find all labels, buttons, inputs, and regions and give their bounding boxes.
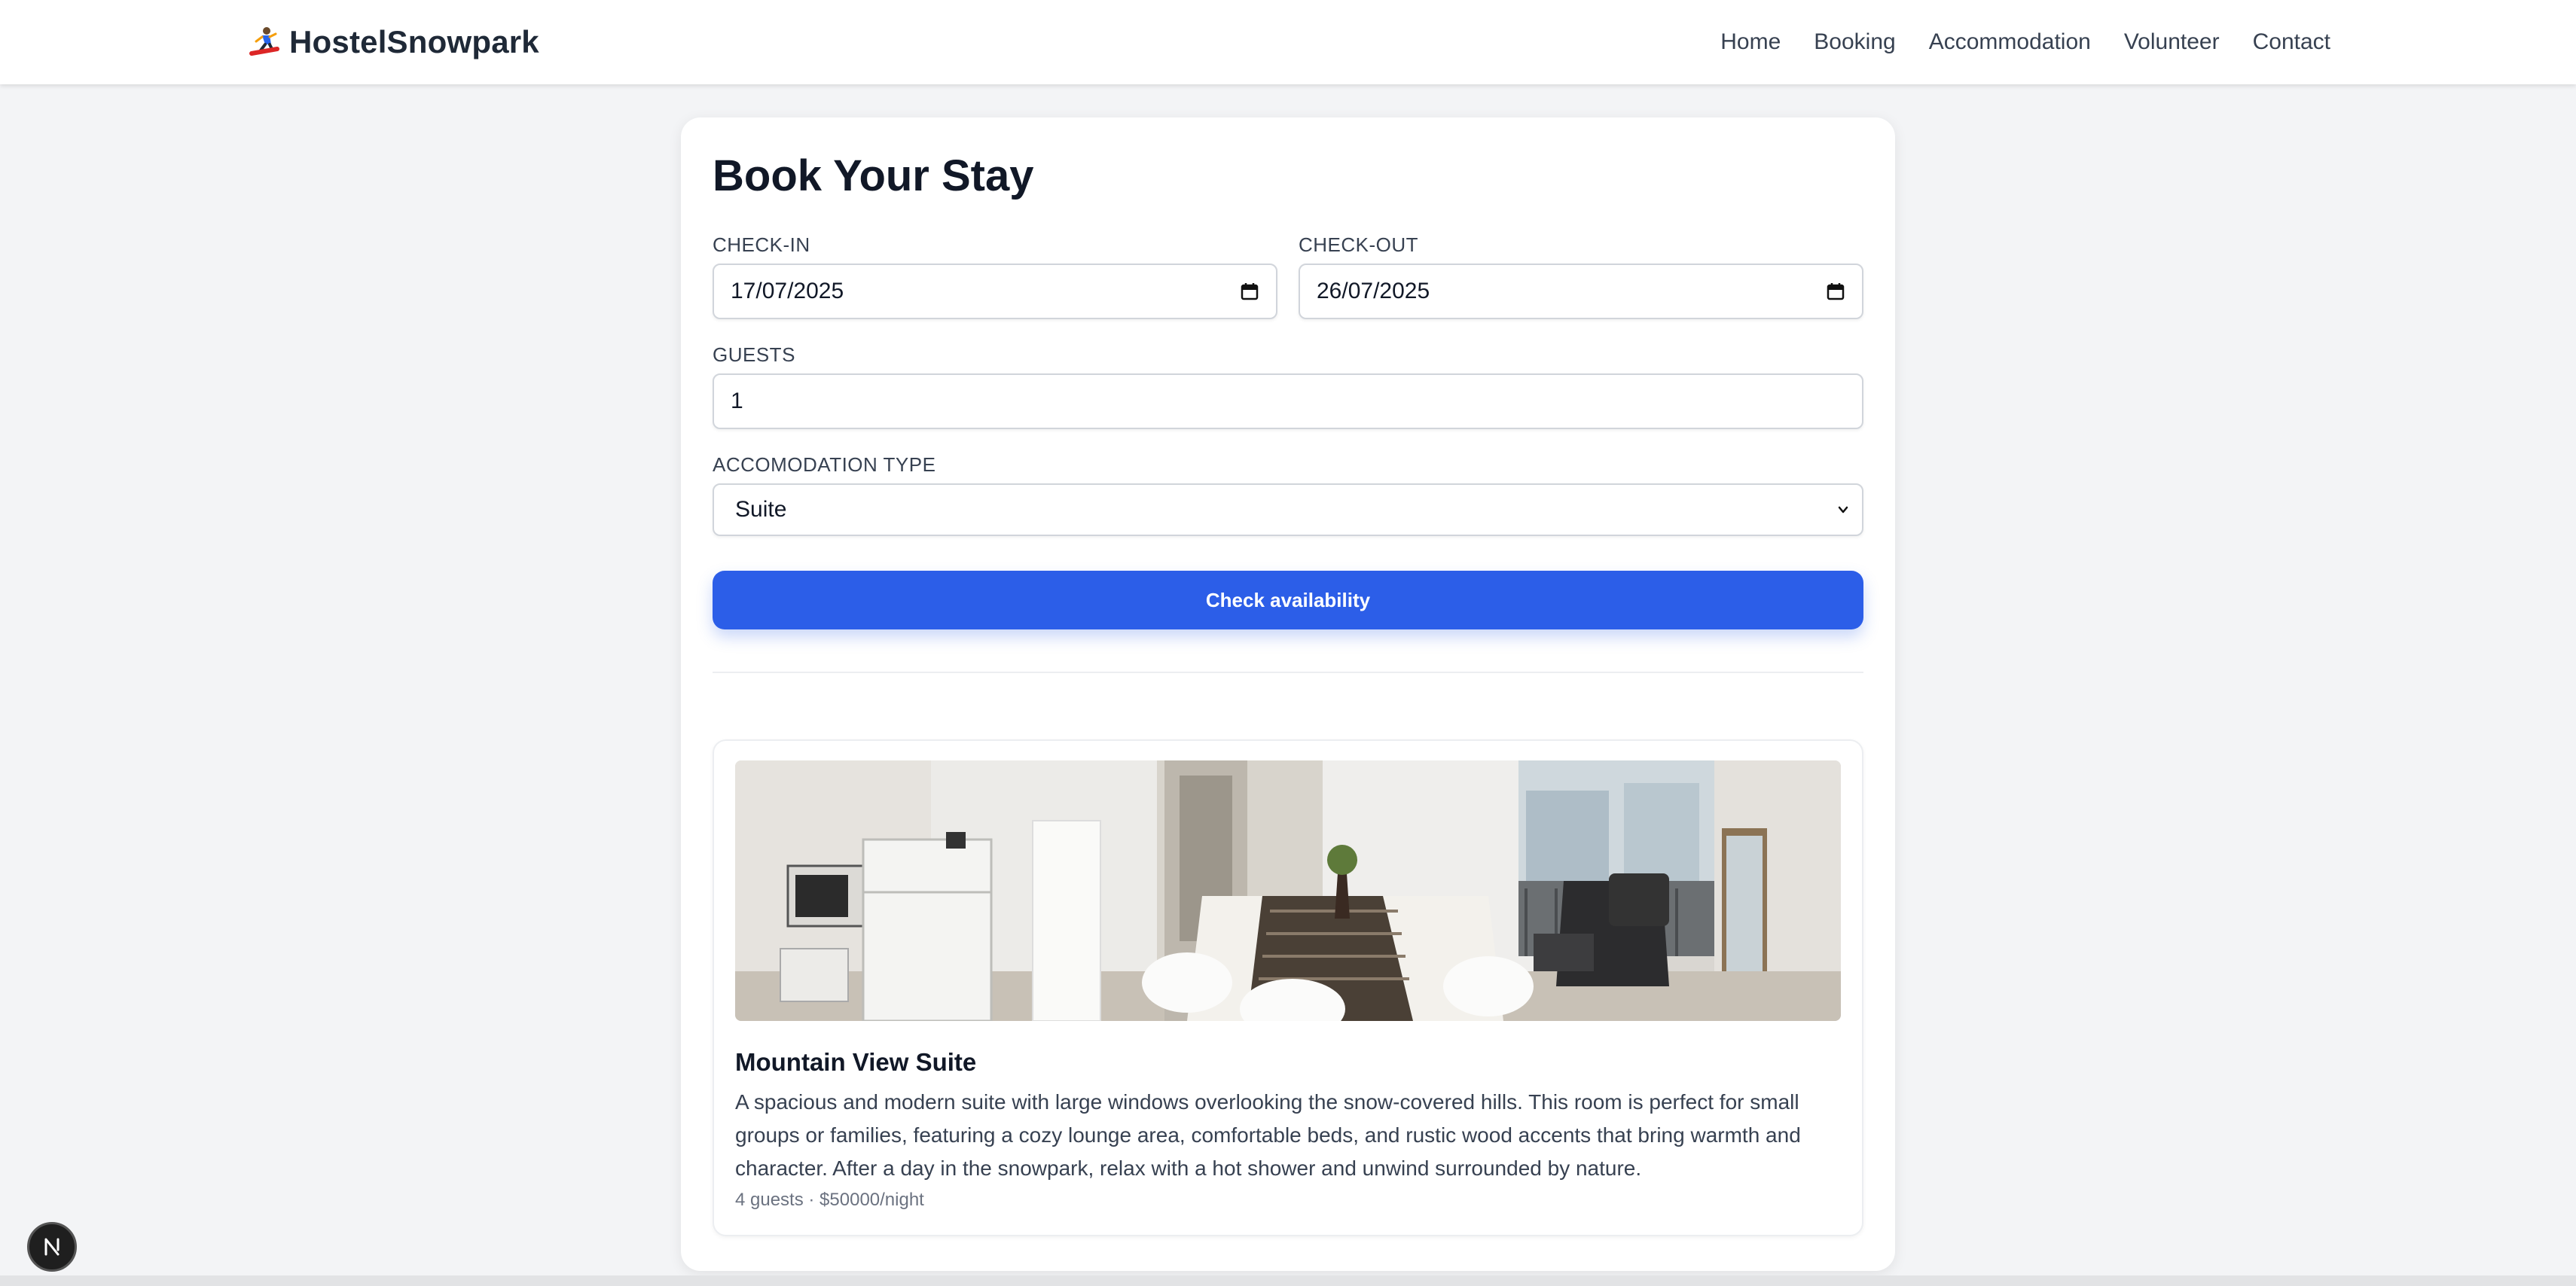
room-description: A spacious and modern suite with large w… (735, 1090, 1801, 1180)
booking-card: Book Your Stay CHECK-IN 17/07/2025 CHECK… (681, 117, 1895, 1271)
page-title: Book Your Stay (713, 151, 1034, 200)
room-photo-illustration (735, 760, 1841, 1021)
nav-links: Home Booking Accommodation Volunteer Con… (1720, 0, 2330, 84)
guests-label: GUESTS (713, 343, 795, 366)
checkout-label: CHECK-OUT (1299, 233, 1419, 256)
top-navbar: HostelSnowpark Home Booking Accommodatio… (0, 0, 2576, 84)
checkout-date-input[interactable]: 26/07/2025 (1299, 264, 1863, 319)
room-photo (735, 760, 1841, 1021)
nav-link-booking[interactable]: Booking (1814, 29, 1895, 55)
nav-link-contact[interactable]: Contact (2253, 29, 2330, 55)
nav-link-volunteer[interactable]: Volunteer (2124, 29, 2220, 55)
guests-value: 1 (731, 389, 743, 413)
brand-logo[interactable]: HostelSnowpark (247, 0, 539, 84)
checkin-value: 17/07/2025 (731, 279, 844, 303)
check-availability-button[interactable]: Check availability (713, 571, 1863, 629)
divider (713, 672, 1863, 673)
nextjs-logo-icon (44, 1238, 60, 1256)
accommodation-type-value: Suite (735, 497, 787, 522)
accommodation-type-select[interactable]: Suite (713, 483, 1863, 536)
brand-name: HostelSnowpark (289, 24, 539, 59)
accommodation-type-label: ACCOMODATION TYPE (713, 453, 936, 476)
room-result-card[interactable]: Mountain View Suite A spacious and moder… (713, 739, 1863, 1236)
calendar-icon[interactable] (1826, 282, 1845, 301)
checkin-date-input[interactable]: 17/07/2025 (713, 264, 1277, 319)
nav-link-home[interactable]: Home (1720, 29, 1781, 55)
nav-link-accommodation[interactable]: Accommodation (1929, 29, 2091, 55)
guests-input[interactable]: 1 (713, 373, 1863, 429)
room-meta: 4 guests · $50000/night (735, 1190, 924, 1210)
snowboarder-icon (249, 27, 279, 56)
calendar-icon[interactable] (1240, 282, 1259, 301)
checkout-value: 26/07/2025 (1317, 279, 1430, 303)
bottom-strip (0, 1275, 2576, 1286)
room-title: Mountain View Suite (735, 1048, 977, 1076)
nextjs-dev-badge[interactable] (27, 1222, 77, 1272)
chevron-down-icon (1838, 506, 1848, 513)
checkin-label: CHECK-IN (713, 233, 810, 256)
